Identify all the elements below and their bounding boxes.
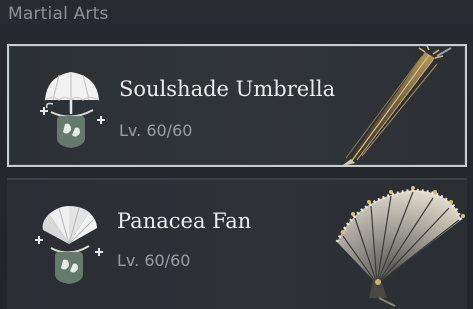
section-title: Martial Arts <box>8 4 109 24</box>
umbrella-weapon-icon <box>343 46 452 165</box>
martial-art-level: Lv. 60/60 <box>119 121 193 140</box>
martial-art-name: Panacea Fan <box>117 209 252 233</box>
martial-art-level: Lv. 60/60 <box>117 251 191 270</box>
martial-art-name: Soulshade Umbrella <box>119 77 336 101</box>
martial-art-card-panacea-fan[interactable]: Panacea Fan Lv. 60/60 <box>7 178 467 309</box>
martial-art-card-soulshade-umbrella[interactable]: Soulshade Umbrella Lv. 60/60 <box>7 44 467 167</box>
umbrella-skill-icon <box>40 72 105 148</box>
fan-weapon-icon <box>335 186 465 307</box>
fan-skill-icon <box>35 206 103 284</box>
martial-arts-panel: Martial Arts Soulshade Umbrella Lv. 60/6… <box>0 0 473 309</box>
